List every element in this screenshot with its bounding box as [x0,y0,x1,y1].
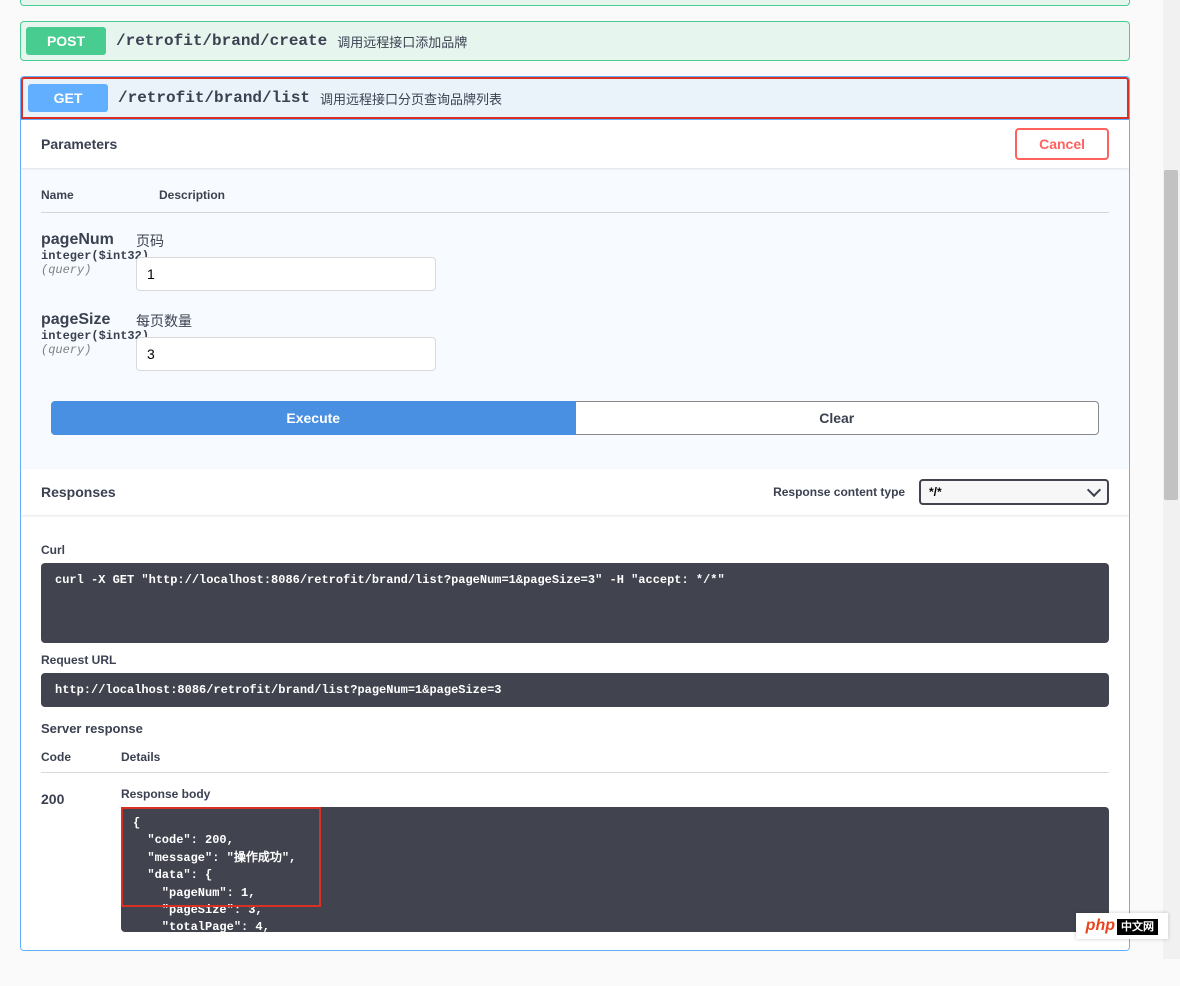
col-name: Name [41,188,111,202]
endpoint-body-get: Parameters Cancel Name Description pageN… [21,119,1129,950]
parameters-columns: Name Description [41,188,1109,213]
endpoint-block-top-sliver [20,0,1130,6]
endpoint-summary-post[interactable]: POST /retrofit/brand/create 调用远程接口添加品牌 [21,22,1129,60]
endpoint-desc-get: 调用远程接口分页查询品牌列表 [320,89,502,108]
parameters-header: Parameters Cancel [21,120,1129,168]
param-in: (query) [41,343,126,357]
param-row-pagesize: pageSize integer($int32) (query) 每页数量 [41,311,1109,371]
endpoint-desc-post: 调用远程接口添加品牌 [337,32,467,51]
content-type-label: Response content type [773,485,905,499]
method-badge-get: GET [28,84,108,112]
parameters-body: Name Description pageNum integer($int32)… [21,168,1129,469]
endpoint-block-post[interactable]: POST /retrofit/brand/create 调用远程接口添加品牌 [20,21,1130,61]
execute-clear-row: Execute Clear [41,401,1109,449]
watermark-badge: php中文网 [1076,913,1168,939]
response-body-title: Response body [121,787,1109,801]
watermark-suffix: 中文网 [1117,919,1158,935]
responses-header: Responses Response content type */* [21,469,1129,515]
server-response-title: Server response [41,721,1109,736]
param-label: 页码 [136,231,436,251]
cancel-button[interactable]: Cancel [1015,128,1109,160]
response-code: 200 [41,787,121,932]
content-type-select[interactable]: */* [919,479,1109,505]
col-code: Code [41,750,121,764]
param-type: integer($int32) [41,249,126,263]
execute-button[interactable]: Execute [51,401,576,435]
param-name: pageNum [41,231,126,249]
clear-button[interactable]: Clear [576,401,1100,435]
request-url-box[interactable]: http://localhost:8086/retrofit/brand/lis… [41,673,1109,707]
parameters-title: Parameters [41,136,117,152]
response-body-box[interactable]: { "code": 200, "message": "操作成功", "data"… [121,807,1109,932]
watermark-brand: php [1086,917,1115,934]
col-desc: Description [159,188,225,202]
endpoint-summary-get[interactable]: GET /retrofit/brand/list 调用远程接口分页查询品牌列表 [21,77,1129,119]
request-url-title: Request URL [41,653,1109,667]
endpoint-block-get: GET /retrofit/brand/list 调用远程接口分页查询品牌列表 … [20,76,1130,951]
param-name: pageSize [41,311,126,329]
endpoint-path-get: /retrofit/brand/list [118,89,310,107]
curl-box[interactable]: curl -X GET "http://localhost:8086/retro… [41,563,1109,643]
col-details: Details [121,750,160,764]
curl-title: Curl [41,543,1109,557]
pagesize-input[interactable] [136,337,436,371]
param-type: integer($int32) [41,329,126,343]
param-row-pagenum: pageNum integer($int32) (query) 页码 [41,231,1109,291]
param-in: (query) [41,263,126,277]
endpoint-path-post: /retrofit/brand/create [116,32,327,50]
page-scrollbar-track[interactable] [1163,0,1180,959]
pagenum-input[interactable] [136,257,436,291]
method-badge-post: POST [26,27,106,55]
page-scrollbar-thumb[interactable] [1164,170,1178,500]
response-row: 200 Response body { "code": 200, "messag… [41,787,1109,932]
details-columns: Code Details [41,750,1109,773]
responses-title: Responses [41,484,116,500]
response-section: Curl curl -X GET "http://localhost:8086/… [21,515,1129,950]
param-label: 每页数量 [136,311,436,331]
